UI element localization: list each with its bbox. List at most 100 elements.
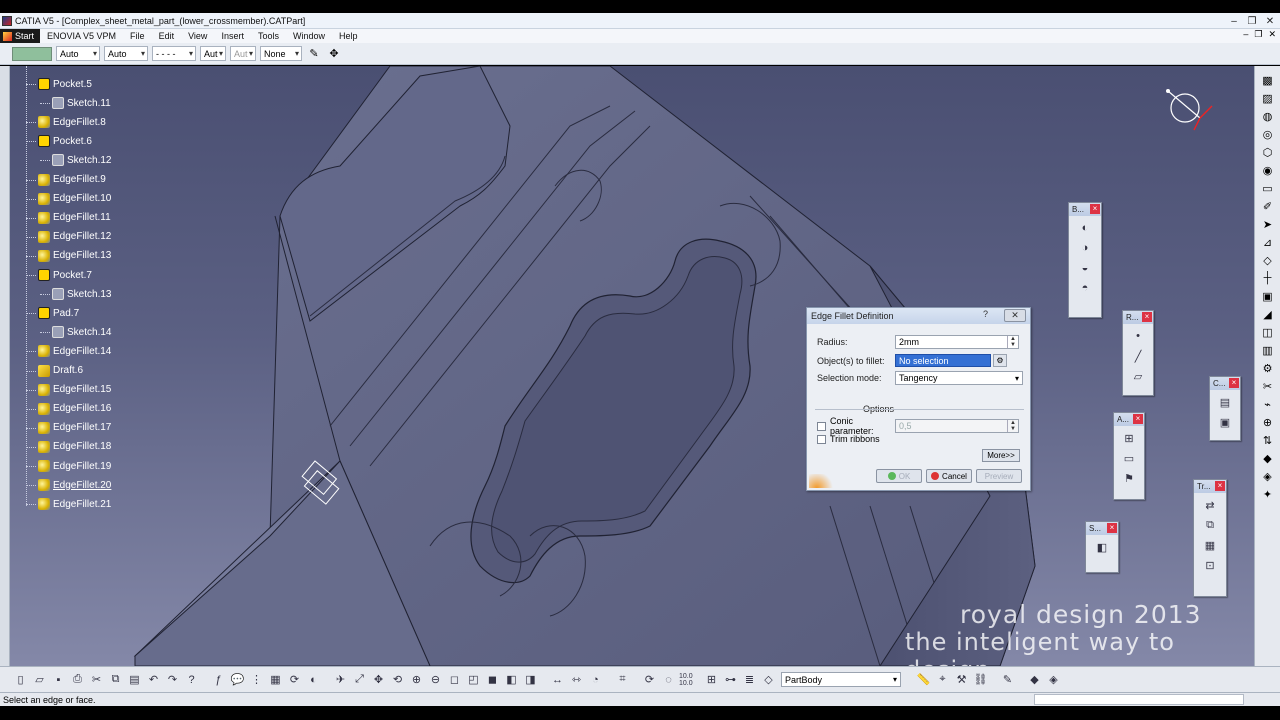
menu-view[interactable]: View [181,31,214,41]
fly-mode-icon[interactable]: ✈ [332,671,349,688]
loft-icon[interactable]: ⬡ [1260,144,1276,160]
tree-node[interactable]: EdgeFillet.18 [38,438,111,456]
tree-node[interactable]: EdgeFillet.15 [38,381,111,399]
catalog-browse-icon[interactable]: ◐ [305,671,322,688]
tree-node[interactable]: EdgeFillet.11 [38,209,111,227]
partbody-select[interactable]: PartBody [781,672,901,687]
floating-toolbar-a[interactable]: A... × ⊞ ▭ ⚑ [1113,412,1145,500]
swap-space-icon[interactable]: ◨ [522,671,539,688]
dialog-close-icon[interactable]: ✕ [1004,309,1026,322]
command-input[interactable] [1034,694,1244,705]
objects-selection-field[interactable]: No selection [895,354,991,367]
doc-minimize-icon[interactable]: – [1243,29,1248,40]
brush-icon[interactable]: ✎ [999,671,1016,688]
pad-icon[interactable]: ▩ [1260,72,1276,88]
minimize-icon[interactable]: – [1228,16,1240,27]
face-fillet-icon[interactable]: ◒ [1077,260,1093,276]
compass-snap-icon[interactable]: ⌖ [934,671,951,688]
tree-node[interactable]: EdgeFillet.8 [38,113,106,131]
fit-all-icon[interactable]: ⤢ [351,671,368,688]
radius-spinner-icon[interactable]: ▲ ▼ [1007,336,1018,348]
doc-close-icon[interactable]: ✕ [1268,29,1276,40]
conic-field[interactable]: 0,5 ▲ ▼ [895,419,1019,433]
material-apply-icon[interactable]: ◆ [1026,671,1043,688]
layer-a-select[interactable]: Aut [200,46,226,61]
menu-enovia[interactable]: ENOVIA V5 VPM [40,31,123,41]
cube-icon[interactable]: ▣ [1217,414,1233,430]
toolbar-close-icon[interactable]: × [1215,481,1225,491]
constraint-icon[interactable]: ⊶ [722,671,739,688]
pocket-icon[interactable]: ▨ [1260,90,1276,106]
update-icon[interactable]: ⟳ [286,671,303,688]
floating-toolbar-r[interactable]: R... × • ╱ ▱ [1122,310,1154,396]
select-arrow-icon[interactable]: ➤ [1260,216,1276,232]
tritangent-fillet-icon[interactable]: ◓ [1077,280,1093,296]
render-icon[interactable]: ◈ [1045,671,1062,688]
toolbar-close-icon[interactable]: × [1133,414,1143,424]
tools-icon[interactable]: ⚒ [953,671,970,688]
flag-note-icon[interactable]: ▭ [1121,450,1137,466]
comment-icon[interactable]: 💬 [229,671,246,688]
tree-node[interactable]: Pocket.6 [38,132,92,150]
boolean-icon[interactable]: ⊕ [1260,414,1276,430]
floating-toolbar-c[interactable]: C... × ▤ ▣ [1209,376,1241,441]
knowledge-icon[interactable]: ⋮ [248,671,265,688]
grid-icon[interactable]: ⊞ [703,671,720,688]
pan-icon[interactable]: ✥ [370,671,387,688]
tree-node[interactable]: EdgeFillet.20 [38,476,111,494]
snapshot-icon[interactable]: ⌗ [614,671,631,688]
zoom-out-icon[interactable]: ⊖ [427,671,444,688]
toolbar-close-icon[interactable]: × [1229,378,1239,388]
hole-icon[interactable]: ◉ [1260,162,1276,178]
new-icon[interactable]: ▯ [12,671,29,688]
tree-node[interactable]: Sketch.12 [52,151,111,169]
material-icon[interactable]: ◆ [1260,450,1276,466]
table-icon[interactable]: ▦ [267,671,284,688]
shading-icon[interactable]: ◼ [484,671,501,688]
chamfer-tool-icon[interactable]: ◑ [1077,240,1093,256]
selection-mode-select[interactable]: Tangency [895,371,1023,385]
scale-icon[interactable]: ⊡ [1202,557,1218,573]
measure-item-icon[interactable]: ⇿ [568,671,585,688]
selection-list-icon[interactable]: ⚙ [993,354,1007,367]
tree-node[interactable]: Sketch.14 [52,323,111,341]
menu-insert[interactable]: Insert [214,31,251,41]
layer-name-select[interactable]: None [260,46,302,61]
maximize-icon[interactable]: ❐ [1246,16,1258,27]
hide-show-icon[interactable]: ◧ [503,671,520,688]
painter-icon[interactable]: ✎ [306,46,322,62]
catalog-icon[interactable]: ▤ [1217,394,1233,410]
axis-icon[interactable]: ┼ [1260,270,1276,286]
surface-icon[interactable]: ◧ [1094,539,1110,555]
formula-icon[interactable]: ƒ [210,671,227,688]
toolbar-close-icon[interactable]: × [1090,204,1100,214]
tree-node[interactable]: Pocket.7 [38,266,92,284]
split-icon[interactable]: ✂ [1260,378,1276,394]
tree-node[interactable]: EdgeFillet.12 [38,228,111,246]
stack-icon[interactable]: ≣ [741,671,758,688]
plane-ref-icon[interactable]: ◇ [1260,252,1276,268]
print-icon[interactable]: ⎙ [69,671,86,688]
rotate-icon[interactable]: ⟲ [389,671,406,688]
doc-restore-icon[interactable]: ❐ [1254,29,1262,40]
translate-icon[interactable]: ⇄ [1202,497,1218,513]
cancel-button[interactable]: Cancel [926,469,972,483]
dialog-titlebar[interactable]: Edge Fillet Definition ? ✕ [807,308,1030,324]
linetype-select[interactable]: Auto [56,46,100,61]
fillet-tool-icon[interactable]: ◐ [1077,220,1093,236]
tree-node[interactable]: Pocket.5 [38,75,92,93]
properties-icon[interactable]: ✥ [326,46,342,62]
trim-ribbons-checkbox[interactable] [817,434,826,444]
point-icon[interactable]: • [1130,328,1146,344]
draft-tool-icon[interactable]: ◢ [1260,306,1276,322]
define-work-object-icon[interactable]: ◇ [760,671,777,688]
thickness-icon[interactable]: ▥ [1260,342,1276,358]
floating-toolbar-b[interactable]: B... × ◐ ◑ ◒ ◓ [1068,202,1102,318]
tree-node[interactable]: EdgeFillet.13 [38,247,111,265]
measure-inertia-icon[interactable]: ◔ [587,671,604,688]
menu-tools[interactable]: Tools [251,31,286,41]
slot-icon[interactable]: ▭ [1260,180,1276,196]
compass-icon[interactable] [1160,86,1220,136]
body-icon[interactable]: ▣ [1260,288,1276,304]
annotation-icon[interactable]: ⊞ [1121,430,1137,446]
